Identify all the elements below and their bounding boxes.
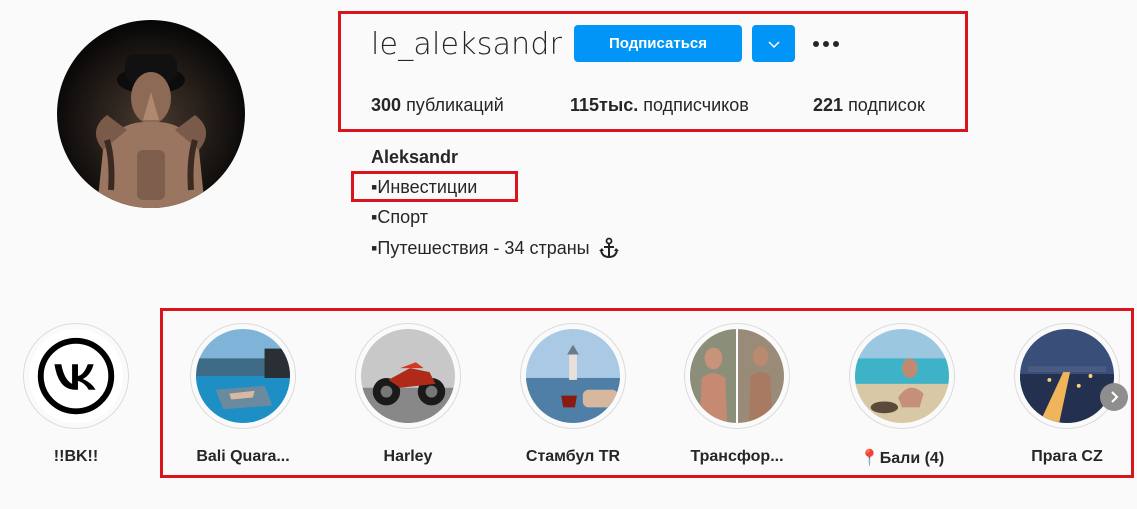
bio-line: ▪Путешествия - 34 страны <box>371 237 590 258</box>
stat-following[interactable]: 221 подписок <box>813 95 925 116</box>
story-thumbnail-pool <box>196 329 290 423</box>
story-thumbnail-prague <box>1020 329 1114 423</box>
bio-line-with-icon: ▪Путешествия - 34 страны <box>371 237 620 259</box>
story-label: Прага CZ <box>1031 448 1103 465</box>
story-ring <box>849 323 955 429</box>
suggested-dropdown-button[interactable] <box>752 25 795 62</box>
highlight-box-stories <box>160 308 1134 478</box>
bio-name: Aleksandr <box>371 147 459 167</box>
anchor-icon <box>598 237 619 259</box>
story-ring <box>190 323 296 429</box>
bio-line: ▪Спорт <box>371 207 428 227</box>
story-thumbnail-istanbul <box>526 329 620 423</box>
story-label: Стамбул TR <box>525 448 621 465</box>
posts-count: 300 <box>371 95 402 115</box>
following-label: подписок <box>848 95 925 115</box>
story-highlight[interactable]: Harley <box>353 323 463 466</box>
stat-posts: 300 публикаций <box>371 95 504 116</box>
story-ring <box>355 323 461 429</box>
followers-count: 115тыс. <box>570 95 639 115</box>
story-highlight-vk[interactable]: !!BK!! <box>21 323 131 466</box>
story-label: 📍Бали (4) <box>859 450 945 467</box>
chevron-down-icon <box>767 40 780 48</box>
posts-label: публикаций <box>406 95 504 115</box>
bio-line: ▪Инвестиции <box>371 177 478 197</box>
followers-label: подписчиков <box>643 95 749 115</box>
story-label: !!BK!! <box>53 448 99 465</box>
story-label: Трансфор... <box>690 448 784 465</box>
story-ring <box>1014 323 1120 429</box>
story-highlight[interactable]: Стамбул TR <box>518 323 628 466</box>
story-highlight[interactable]: 📍Бали (4) <box>847 323 957 468</box>
story-highlight[interactable]: Трансфор... <box>682 323 792 466</box>
vk-logo-icon <box>29 329 123 423</box>
chevron-right-icon <box>1111 391 1119 403</box>
story-label: Harley <box>383 448 433 465</box>
story-ring <box>23 323 129 429</box>
stories-next-button[interactable] <box>1100 383 1128 411</box>
dot-icon <box>813 41 819 47</box>
profile-avatar[interactable] <box>57 20 245 208</box>
story-ring <box>684 323 790 429</box>
follow-button[interactable]: Подписаться <box>574 25 742 62</box>
more-options-button[interactable] <box>810 32 842 56</box>
following-count: 221 <box>813 95 844 115</box>
story-highlight[interactable]: Bali Quara... <box>188 323 298 466</box>
story-ring <box>520 323 626 429</box>
username: le_aleksandr <box>371 27 563 62</box>
story-thumbnail-bali <box>855 329 949 423</box>
dot-icon <box>823 41 829 47</box>
story-thumbnail-transformation <box>690 329 784 423</box>
story-thumbnail-motorcycle <box>361 329 455 423</box>
story-label: Bali Quara... <box>196 448 290 465</box>
dot-icon <box>833 41 839 47</box>
stat-followers[interactable]: 115тыс. подписчиков <box>570 95 749 116</box>
